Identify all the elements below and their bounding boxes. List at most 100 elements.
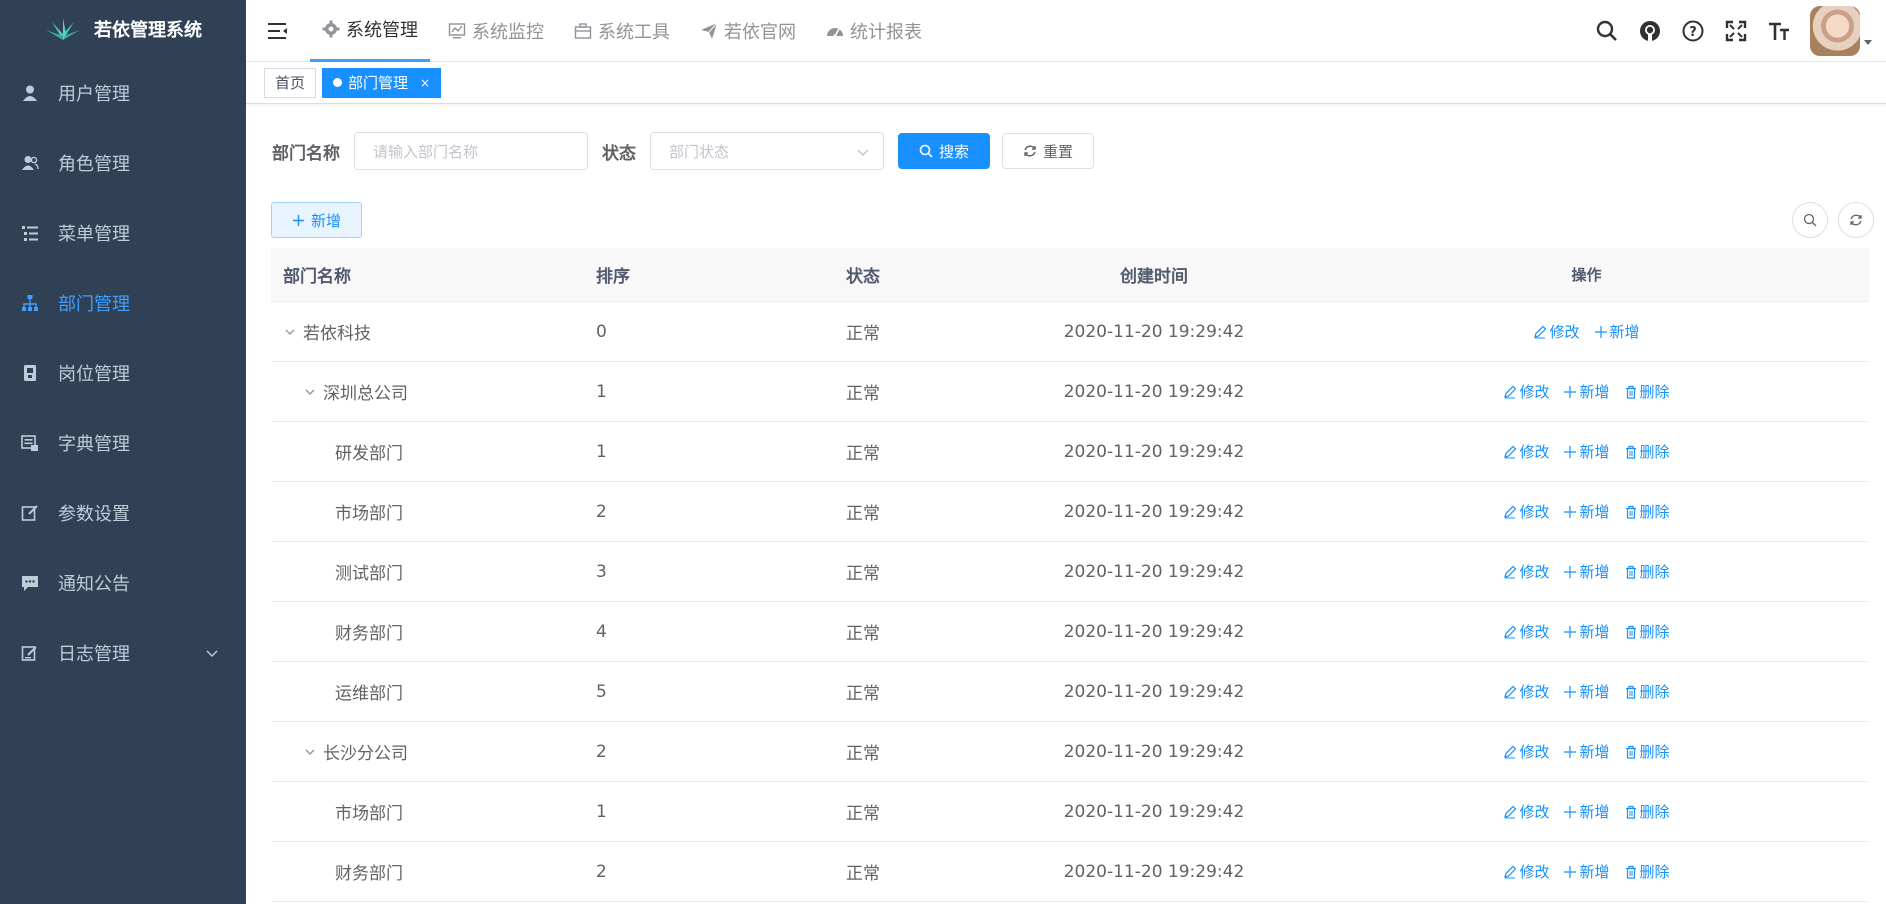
add-child-button[interactable]: 新增 [1563,861,1610,882]
edit-button[interactable]: 修改 [1503,381,1549,402]
delete-button[interactable]: 删除 [1624,861,1670,882]
top-tab-1[interactable]: 系统监控 [436,0,556,62]
table-row[interactable]: 市场部门 1 正常 2020-11-20 19:29:42 修改 新增 删除 [271,782,1869,842]
dept-name: 运维部门 [335,684,403,704]
edit-button[interactable]: 修改 [1503,861,1549,882]
add-child-button[interactable]: 新增 [1594,321,1640,342]
edit-button[interactable]: 修改 [1503,441,1549,462]
header-search-button[interactable] [1585,0,1628,62]
toggle-search-button[interactable] [1792,202,1828,238]
add-child-button[interactable]: 新增 [1563,621,1610,642]
toolbox-icon [574,22,592,40]
github-button[interactable] [1628,0,1671,62]
delete-button[interactable]: 删除 [1624,621,1670,642]
chevron-down-icon[interactable] [283,325,297,339]
sidebar-item-4[interactable]: 岗位管理 [0,338,246,408]
edit-button[interactable]: 修改 [1503,741,1549,762]
github-icon [1639,21,1660,41]
sidebar-item-6[interactable]: 参数设置 [0,478,246,548]
size-select-button[interactable] [1757,0,1800,62]
plus-icon [1564,445,1577,458]
avatar-dropdown[interactable] [1800,0,1886,62]
edit-button[interactable]: 修改 [1533,321,1580,342]
edit-button[interactable]: 修改 [1503,501,1549,522]
search-form: 部门名称 请输入部门名称 状态 部门状态 搜索 重置 [272,132,1094,170]
table-row[interactable]: 财务部门 4 正常 2020-11-20 19:29:42 修改 新增 删除 [271,602,1869,662]
delete-button[interactable]: 删除 [1624,501,1670,522]
table-row[interactable]: 测试部门 3 正常 2020-11-20 19:29:42 修改 新增 删除 [271,542,1869,602]
top-tab-label: 统计报表 [850,21,922,43]
cell-time: 2020-11-20 19:29:42 [1063,561,1245,582]
table-row[interactable]: 财务部门 2 正常 2020-11-20 19:29:42 修改 新增 删除 [271,842,1869,902]
cell-ops: 修改 新增 删除 [1304,441,1869,462]
fullscreen-icon [1725,20,1746,42]
add-child-button[interactable]: 新增 [1563,801,1610,822]
top-tab-2[interactable]: 系统工具 [562,0,682,62]
sidebar-item-8[interactable]: 日志管理 [0,618,246,688]
add-child-button[interactable]: 新增 [1563,501,1610,522]
cell-name: 长沙分公司 [271,739,596,764]
delete-button[interactable]: 删除 [1624,681,1670,702]
add-label: 新增 [1579,383,1610,401]
sidebar-item-0[interactable]: 用户管理 [0,58,246,128]
delete-button[interactable]: 删除 [1624,801,1670,822]
edit-button[interactable]: 修改 [1503,801,1549,822]
edit-button[interactable]: 修改 [1503,561,1549,582]
top-tab-4[interactable]: 统计报表 [814,0,934,62]
sidebar-item-label: 菜单管理 [58,224,130,245]
sidebar-item-7[interactable]: 通知公告 [0,548,246,618]
table-row[interactable]: 研发部门 1 正常 2020-11-20 19:29:42 修改 新增 删除 [271,422,1869,482]
status-select[interactable]: 部门状态 [650,132,884,170]
chevron-down-icon[interactable] [303,385,317,399]
dept-name-label: 部门名称 [272,143,340,164]
refresh-table-button[interactable] [1838,202,1874,238]
table-row[interactable]: 若依科技 0 正常 2020-11-20 19:29:42 修改 新增 [271,302,1869,362]
add-child-button[interactable]: 新增 [1563,681,1610,702]
message-icon [20,573,40,593]
logo[interactable]: 若依管理系统 [0,0,246,58]
table-row[interactable]: 运维部门 5 正常 2020-11-20 19:29:42 修改 新增 删除 [271,662,1869,722]
sidebar-item-label: 部门管理 [58,294,130,315]
table-row[interactable]: 深圳总公司 1 正常 2020-11-20 19:29:42 修改 新增 删除 [271,362,1869,422]
tag-home[interactable]: 首页 [264,67,317,98]
close-icon[interactable]: × [420,76,430,90]
add-label: 新增 [1579,443,1610,461]
table-row[interactable]: 市场部门 2 正常 2020-11-20 19:29:42 修改 新增 删除 [271,482,1869,542]
cell-ops: 修改 新增 删除 [1304,861,1869,882]
edit-button[interactable]: 修改 [1503,621,1549,642]
delete-button[interactable]: 删除 [1624,561,1670,582]
delete-button[interactable]: 删除 [1624,381,1670,402]
add-child-button[interactable]: 新增 [1563,561,1610,582]
sidebar-item-2[interactable]: 菜单管理 [0,198,246,268]
cell-ops: 修改 新增 删除 [1304,621,1869,642]
delete-button[interactable]: 删除 [1624,741,1670,762]
table-row[interactable]: 长沙分公司 2 正常 2020-11-20 19:29:42 修改 新增 删除 [271,722,1869,782]
delete-label: 删除 [1639,683,1670,701]
dept-name-input[interactable]: 请输入部门名称 [354,132,588,170]
chevron-down-icon[interactable] [303,745,317,759]
edit-button[interactable]: 修改 [1503,681,1549,702]
reset-button[interactable]: 重置 [1002,133,1094,169]
tag-dept[interactable]: 部门管理 × [322,67,442,98]
add-child-button[interactable]: 新增 [1563,441,1610,462]
cell-time: 2020-11-20 19:29:42 [1063,741,1245,762]
fullscreen-button[interactable] [1714,0,1757,62]
add-child-button[interactable]: 新增 [1563,741,1610,762]
top-tab-3[interactable]: 若依官网 [688,0,808,62]
add-dept-button[interactable]: 新增 [271,202,362,238]
cell-time: 2020-11-20 19:29:42 [1063,441,1245,462]
sidebar-item-1[interactable]: 角色管理 [0,128,246,198]
cell-status: 正常 [846,564,880,584]
log-icon [20,643,40,663]
edit-icon [1504,505,1517,518]
sidebar-item-3[interactable]: 部门管理 [0,268,246,338]
top-tab-0[interactable]: 系统管理 [310,0,430,62]
user-icon [20,83,40,103]
hamburger-button[interactable] [246,0,310,62]
docs-button[interactable]: ? [1671,0,1714,62]
sidebar-item-5[interactable]: 字典管理 [0,408,246,478]
delete-button[interactable]: 删除 [1624,441,1670,462]
add-child-button[interactable]: 新增 [1563,381,1610,402]
search-button[interactable]: 搜索 [898,133,990,169]
cell-name: 测试部门 [271,559,596,584]
